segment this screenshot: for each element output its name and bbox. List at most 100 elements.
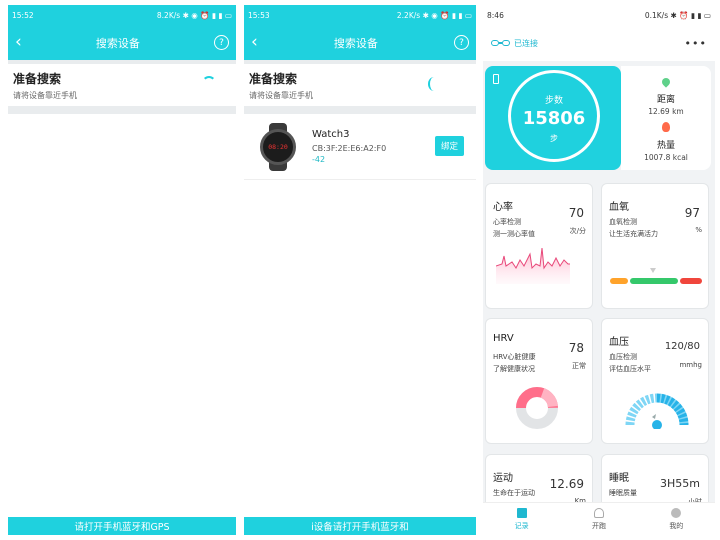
watch-face: 08:20 [260,128,296,165]
battery-icon [493,74,499,84]
status-bar: 15:52 8.2K/s ✱ ◉ ⏰ ▮ ▮ ▭ [8,5,236,25]
status-time: 8:46 [487,10,504,20]
tab-label: 记录 [514,521,529,530]
steps-unit: 步 [550,134,558,143]
watch-icon: 08:20 [258,122,298,171]
search-status-hint: 请将设备靠近手机 [249,91,313,100]
oxygen-value: 97 [684,206,700,220]
dashboard-header: 已连接 ••• [483,25,715,61]
steps-ring: 步数 15806 步 [508,70,600,162]
search-status-title: 准备搜索 [13,72,62,86]
blood-pressure-value: 120/80 [664,341,700,352]
app-bar: ‹ 搜索设备 ? [244,25,476,60]
card-title: 睡眠 [609,473,629,484]
steps-value: 15806 [522,108,586,129]
steps-label: 步数 [544,96,563,106]
hrv-unit: 正常 [572,362,586,370]
oxygen-unit: % [695,226,702,234]
screen-dashboard: 8:46 0.1K/s ✱ ⏰ ▮ ▮ ▭ 已连接 ••• 步数 15806 步… [483,5,715,535]
card-description: 测一测心率值 [493,230,535,238]
card-title: 血氧 [609,202,629,213]
link-icon [491,40,510,46]
search-status: 准备搜索 请将设备靠近手机 [8,64,236,106]
loading-spinner-icon [428,77,440,91]
back-icon[interactable]: ‹ [15,34,22,51]
bluetooth-gps-prompt[interactable]: i设备请打开手机蓝牙和 [244,517,476,535]
device-list-item[interactable]: 08:20 Watch3 CB:3F:2E:E6:A2:F0 -42 绑定 [244,114,476,180]
screen-search-1: 15:52 8.2K/s ✱ ◉ ⏰ ▮ ▮ ▭ ‹ 搜索设备 ? 准备搜索 请… [8,5,236,535]
connection-label: 已连接 [514,38,538,48]
status-indicators: 2.2K/s ✱ ◉ ⏰ ▮ ▮ ▭ [396,10,472,20]
card-title: 运动 [493,473,513,484]
user-icon [671,507,682,518]
help-icon[interactable]: ? [454,35,469,50]
status-bar: 15:53 2.2K/s ✱ ◉ ⏰ ▮ ▮ ▭ [244,5,476,25]
loading-spinner-icon [202,76,216,90]
help-icon[interactable]: ? [214,35,229,50]
hrv-card[interactable]: HRV HRV心脏健康 了解健康状况 78 正常 [485,318,593,444]
card-description: 了解健康状况 [493,365,535,373]
card-subtitle: 生命在于运动 [493,489,535,497]
device-rssi: -42 [312,155,326,164]
card-subtitle: HRV心脏健康 [493,353,536,361]
tab-label: 开跑 [591,521,606,530]
hrv-value: 78 [568,341,584,355]
card-subtitle: 睡眠质量 [609,489,637,497]
device-info: Watch3 CB:3F:2E:E6:A2:F0 -42 [312,129,386,164]
calorie-value: 1007.8 kcal [644,153,688,162]
status-bar: 8:46 0.1K/s ✱ ⏰ ▮ ▮ ▭ [483,5,715,25]
tab-label: 我的 [669,521,684,530]
blood-pressure-card[interactable]: 血压 血压检测 评估血压水平 120/80 mmhg [601,318,709,444]
divider [244,106,476,114]
location-pin-icon [660,76,672,88]
search-status: 准备搜索 请将设备靠近手机 [244,64,476,106]
blood-oxygen-card[interactable]: 血氧 血氧检测 让生活充满活力 97 % [601,183,709,309]
distance-value: 12.69 km [648,107,684,116]
tab-mine[interactable]: 我的 [646,507,706,531]
heart-rate-card[interactable]: 心率 心率检测 测一测心率值 70 次/分 [485,183,593,309]
card-subtitle: 血压检测 [609,353,637,361]
heart-rate-unit: 次/分 [569,227,586,235]
screen-search-2: 15:53 2.2K/s ✱ ◉ ⏰ ▮ ▮ ▭ ‹ 搜索设备 ? 准备搜索 请… [244,5,476,535]
connection-status[interactable]: 已连接 [491,38,538,49]
blood-pressure-gauge [625,393,689,429]
device-mac: CB:3F:2E:E6:A2:F0 [312,144,387,153]
distance-calorie-card[interactable]: 距离 12.69 km 热量 1007.8 kcal [621,66,711,170]
card-subtitle: 血氧检测 [609,218,637,226]
status-indicators: 8.2K/s ✱ ◉ ⏰ ▮ ▮ ▭ [156,10,232,20]
sport-value: 12.69 [549,477,584,491]
card-description: 评估血压水平 [609,365,651,373]
distance-label: 距离 [656,95,675,105]
heart-rate-value: 70 [568,206,584,220]
app-bar: ‹ 搜索设备 ? [8,25,236,60]
status-time: 15:53 [248,10,270,20]
card-title: 血压 [609,337,629,348]
back-icon[interactable]: ‹ [251,34,258,51]
device-name: Watch3 [312,129,350,140]
flame-icon [662,122,670,132]
status-indicators: 0.1K/s ✱ ⏰ ▮ ▮ ▭ [644,10,711,20]
search-status-hint: 请将设备靠近手机 [13,91,77,100]
tab-records[interactable]: 记录 [492,507,552,531]
steps-card[interactable]: 步数 15806 步 [485,66,621,170]
bluetooth-gps-prompt[interactable]: 请打开手机蓝牙和GPS [8,517,236,535]
page-title: 搜索设备 [95,36,140,50]
hrv-donut-chart [516,387,558,429]
blood-pressure-unit: mmhg [679,361,702,369]
calorie-label: 热量 [656,141,675,151]
status-time: 15:52 [12,10,34,20]
page-title: 搜索设备 [333,36,378,50]
more-icon[interactable]: ••• [685,37,707,50]
bottom-tab-bar: 记录 开跑 我的 [483,502,715,535]
card-subtitle: 心率检测 [493,218,521,226]
card-title: 心率 [493,202,513,213]
run-icon [593,507,604,518]
oxygen-marker-icon [650,268,656,273]
bind-button[interactable]: 绑定 [434,136,464,156]
heart-rate-chart [496,247,570,284]
oxygen-scale [610,278,702,284]
card-description: 让生活充满活力 [609,230,658,238]
divider [8,106,236,114]
tab-run[interactable]: 开跑 [569,507,629,531]
card-title: HRV [493,333,514,344]
